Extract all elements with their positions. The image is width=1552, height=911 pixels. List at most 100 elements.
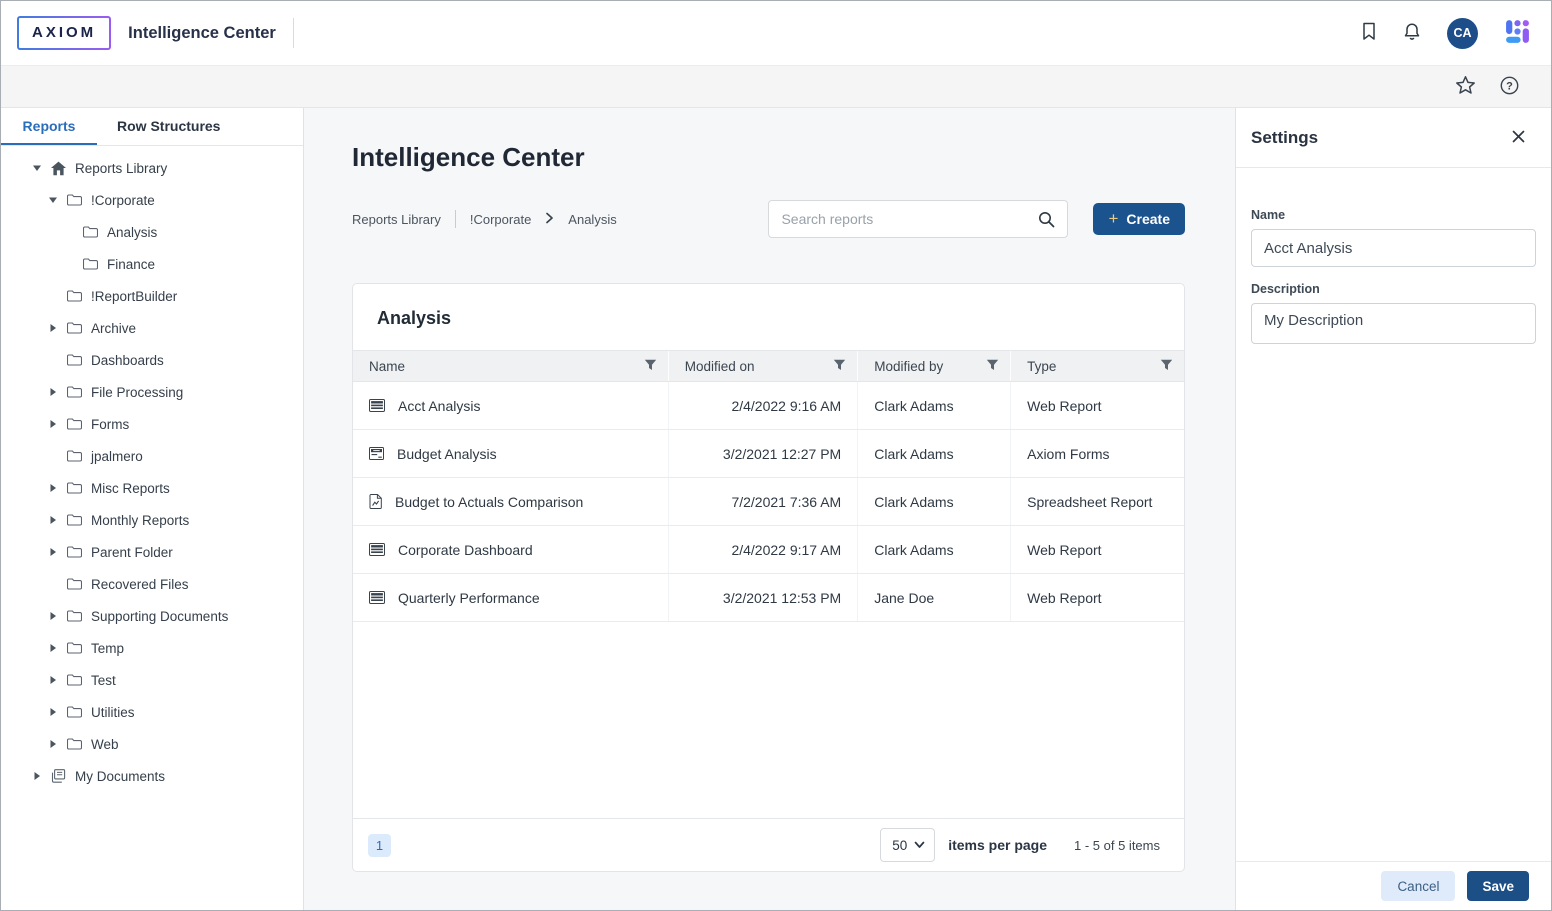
filter-icon[interactable] xyxy=(986,359,999,374)
create-button-label: Create xyxy=(1126,211,1170,227)
bookmark-icon[interactable] xyxy=(1361,22,1377,44)
cell-modified-on: 2/4/2022 9:17 AM xyxy=(669,526,858,573)
caret-right-icon[interactable] xyxy=(47,611,59,621)
tree-item-test[interactable]: Test xyxy=(1,664,303,696)
star-glyph xyxy=(1455,75,1476,98)
tree-item-forms[interactable]: Forms xyxy=(1,408,303,440)
tree-item-file-processing[interactable]: File Processing xyxy=(1,376,303,408)
cell-modified-on: 2/4/2022 9:16 AM xyxy=(669,382,858,429)
caret-right-icon[interactable] xyxy=(47,675,59,685)
page-1-button[interactable]: 1 xyxy=(368,834,391,857)
funnel-glyph xyxy=(986,359,999,374)
tree-item-label: Archive xyxy=(91,321,136,336)
cancel-button[interactable]: Cancel xyxy=(1381,871,1455,901)
name-field[interactable] xyxy=(1251,229,1536,267)
breadcrumb-reports-library[interactable]: Reports Library xyxy=(352,212,441,227)
name-field-label: Name xyxy=(1251,208,1536,222)
search-input[interactable] xyxy=(781,211,1038,227)
bookmark-glyph xyxy=(1361,22,1377,44)
notifications-icon[interactable] xyxy=(1403,22,1421,45)
caret-right-icon[interactable] xyxy=(47,483,59,493)
filter-icon[interactable] xyxy=(1160,359,1173,374)
page-size-select[interactable]: 50 xyxy=(880,828,935,862)
sidebar-tabs: Reports Row Structures xyxy=(1,108,303,146)
column-header-type[interactable]: Type xyxy=(1011,351,1184,381)
description-field[interactable]: My Description xyxy=(1251,303,1536,344)
table-row-corporate-dashboard[interactable]: Corporate Dashboard2/4/2022 9:17 AMClark… xyxy=(353,526,1184,574)
tree-item-reportbuilder[interactable]: !ReportBuilder xyxy=(1,280,303,312)
cell-name: Quarterly Performance xyxy=(353,574,669,621)
settings-body: Name Description My Description xyxy=(1236,168,1551,861)
cell-modified-by: Clark Adams xyxy=(858,382,1011,429)
tree-item-reports-library[interactable]: Reports Library xyxy=(1,152,303,184)
tree-item-label: Temp xyxy=(91,641,124,656)
caret-down-icon[interactable] xyxy=(31,164,43,172)
search-icon[interactable] xyxy=(1038,211,1055,228)
chevron-right-icon xyxy=(545,212,554,227)
filter-icon[interactable] xyxy=(644,359,657,374)
caret-right-icon[interactable] xyxy=(47,643,59,653)
breadcrumb-corporate[interactable]: !Corporate xyxy=(470,212,531,227)
tree-item-label: jpalmero xyxy=(91,449,143,464)
caret-right-icon[interactable] xyxy=(47,515,59,525)
tree-item-web[interactable]: Web xyxy=(1,728,303,760)
caret-down-icon[interactable] xyxy=(47,196,59,204)
tree-item-supporting-documents[interactable]: Supporting Documents xyxy=(1,600,303,632)
tree-item-monthly-reports[interactable]: Monthly Reports xyxy=(1,504,303,536)
tree-item-dashboards[interactable]: Dashboards xyxy=(1,344,303,376)
tab-row-structures[interactable]: Row Structures xyxy=(97,108,240,145)
tree-item-recovered-files[interactable]: Recovered Files xyxy=(1,568,303,600)
items-per-page-label: items per page xyxy=(948,837,1047,853)
create-button[interactable]: + Create xyxy=(1093,203,1185,235)
sidebar: Reports Row Structures Reports Library!C… xyxy=(1,108,304,910)
table-row-budget-analysis[interactable]: Budget Analysis3/2/2021 12:27 PMClark Ad… xyxy=(353,430,1184,478)
user-avatar[interactable]: CA xyxy=(1447,18,1478,49)
caret-right-icon[interactable] xyxy=(47,387,59,397)
table-row-budget-to-actuals-comparison[interactable]: Budget to Actuals Comparison7/2/2021 7:3… xyxy=(353,478,1184,526)
close-glyph xyxy=(1512,130,1525,146)
tree-item-finance[interactable]: Finance xyxy=(1,248,303,280)
caret-right-icon[interactable] xyxy=(47,547,59,557)
caret-right-icon[interactable] xyxy=(47,419,59,429)
tree-item-label: Misc Reports xyxy=(91,481,170,496)
funnel-glyph xyxy=(644,359,657,374)
column-header-modified-by[interactable]: Modified by xyxy=(858,351,1011,381)
table-empty-space xyxy=(353,622,1184,818)
reports-card: Analysis Name Modified on Modified by xyxy=(352,283,1185,872)
column-header-name[interactable]: Name xyxy=(353,351,669,381)
tree-item-corporate[interactable]: !Corporate xyxy=(1,184,303,216)
tree-item-my-documents[interactable]: My Documents xyxy=(1,760,303,792)
tree-item-jpalmero[interactable]: jpalmero xyxy=(1,440,303,472)
search-box xyxy=(768,200,1068,238)
tree-item-archive[interactable]: Archive xyxy=(1,312,303,344)
table-row-acct-analysis[interactable]: Acct Analysis2/4/2022 9:16 AMClark Adams… xyxy=(353,382,1184,430)
app-window: AXIOM Intelligence Center CA ? Reports R… xyxy=(0,0,1552,911)
column-header-modified-on[interactable]: Modified on xyxy=(669,351,858,381)
cell-type: Axiom Forms xyxy=(1011,430,1184,477)
caret-right-icon[interactable] xyxy=(47,323,59,333)
breadcrumb-analysis[interactable]: Analysis xyxy=(568,212,616,227)
description-field-group: Description My Description xyxy=(1251,282,1536,349)
report-table-body: Acct Analysis2/4/2022 9:16 AMClark Adams… xyxy=(353,382,1184,622)
caret-right-icon[interactable] xyxy=(47,707,59,717)
help-icon[interactable]: ? xyxy=(1500,76,1519,98)
filter-icon[interactable] xyxy=(833,359,846,374)
table-row-quarterly-performance[interactable]: Quarterly Performance3/2/2021 12:53 PMJa… xyxy=(353,574,1184,622)
save-button[interactable]: Save xyxy=(1467,871,1529,901)
funnel-glyph xyxy=(1160,359,1173,374)
tree-item-temp[interactable]: Temp xyxy=(1,632,303,664)
tree-item-analysis[interactable]: Analysis xyxy=(1,216,303,248)
tree-item-misc-reports[interactable]: Misc Reports xyxy=(1,472,303,504)
favorite-star-icon[interactable] xyxy=(1455,75,1476,98)
cell-modified-by: Clark Adams xyxy=(858,526,1011,573)
tree-item-label: Dashboards xyxy=(91,353,164,368)
apps-grid-icon[interactable] xyxy=(1504,18,1531,48)
card-title: Analysis xyxy=(353,284,1184,350)
caret-right-icon[interactable] xyxy=(47,739,59,749)
tab-reports[interactable]: Reports xyxy=(1,108,97,145)
tree-item-parent-folder[interactable]: Parent Folder xyxy=(1,536,303,568)
caret-right-icon[interactable] xyxy=(31,771,43,781)
tree-item-utilities[interactable]: Utilities xyxy=(1,696,303,728)
close-icon[interactable] xyxy=(1512,130,1525,146)
funnel-glyph xyxy=(833,359,846,374)
